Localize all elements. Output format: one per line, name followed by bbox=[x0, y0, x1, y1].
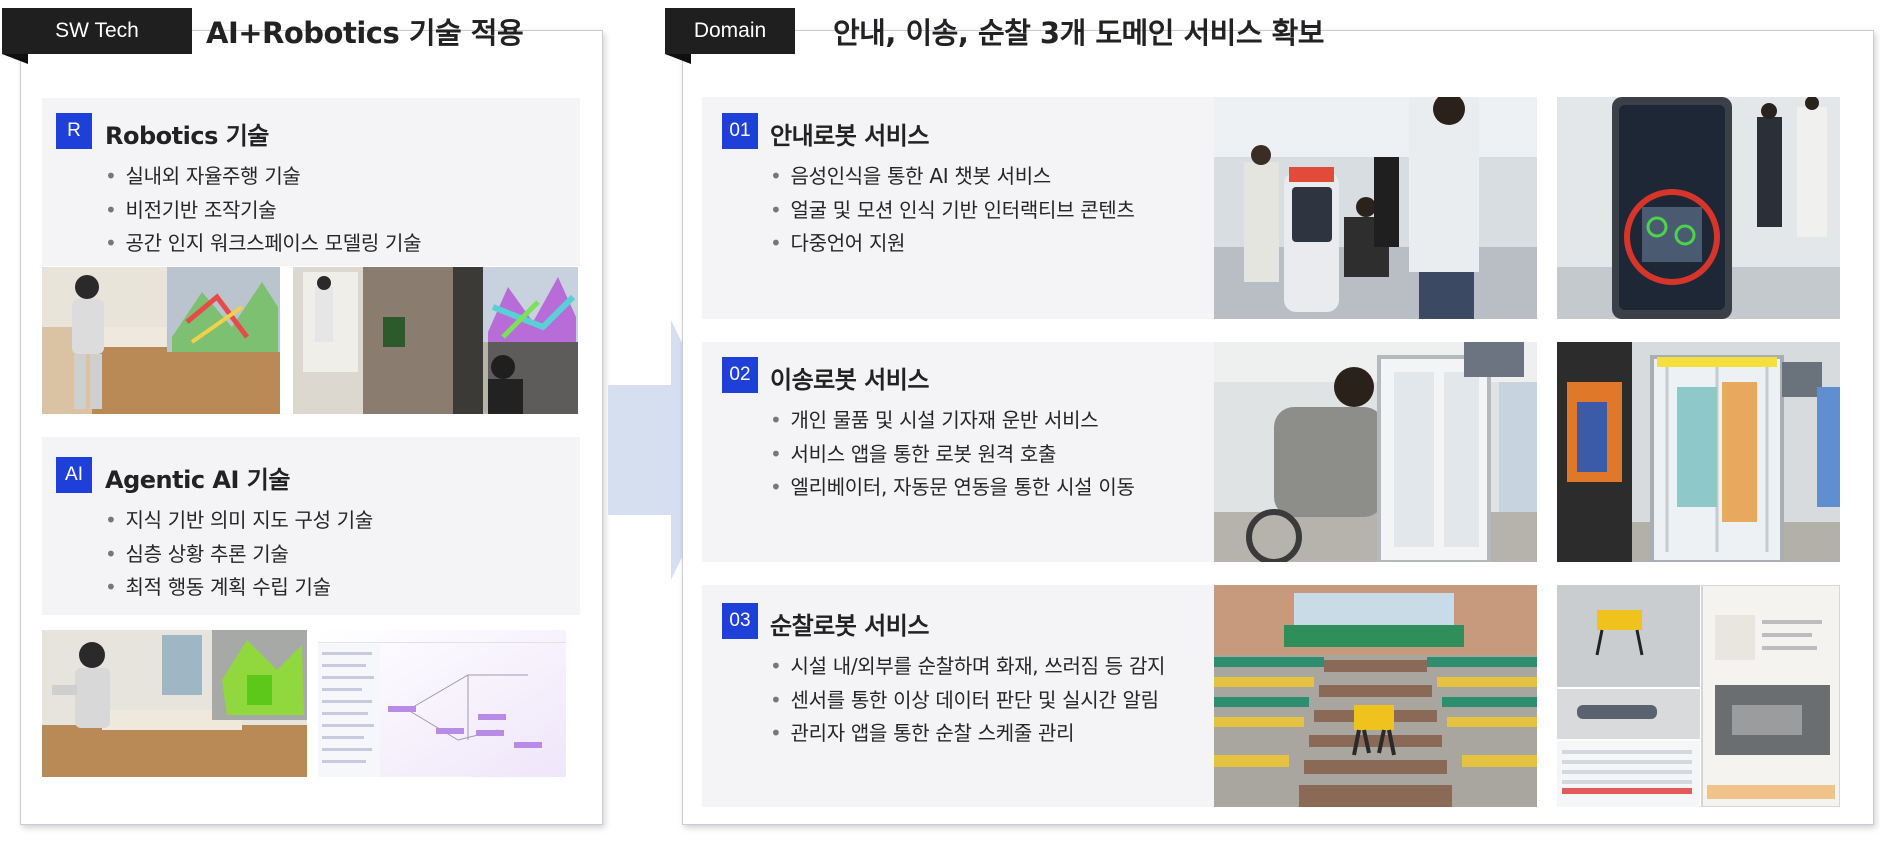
robotics-list: 실내외 자율주행 기술 비전기반 조작기술 공간 인지 워크스페이스 모델링 기… bbox=[105, 160, 422, 261]
agentic-ai-title: Agentic AI 기술 bbox=[105, 466, 290, 494]
photo-guide-robot-lobby bbox=[1214, 97, 1537, 319]
list-item: 비전기반 조작기술 bbox=[105, 194, 421, 228]
sw-tech-title: AI+Robotics 기술 적용 bbox=[206, 16, 524, 50]
sw-tech-tag: SW Tech bbox=[2, 8, 192, 64]
agentic-ai-badge: AI bbox=[56, 457, 92, 493]
transport-robot-list: 개인 물품 및 시설 기자재 운반 서비스 서비스 앱을 통한 로봇 원격 호출… bbox=[770, 404, 1135, 505]
photo-guide-robot-screen bbox=[1557, 97, 1840, 319]
patrol-robot-title: 순찰로봇 서비스 bbox=[770, 612, 929, 640]
list-item: 심층 상황 추론 기술 bbox=[105, 538, 373, 572]
list-item: 엘리베이터, 자동문 연동을 통한 시설 이동 bbox=[770, 471, 1135, 505]
photo-transport-robot-wheelchair bbox=[1214, 342, 1537, 562]
guide-robot-list: 음성인식을 통한 AI 챗봇 서비스 얼굴 및 모션 인식 기반 인터랙티브 콘… bbox=[770, 160, 1135, 261]
list-item: 최적 행동 계획 수립 기술 bbox=[105, 571, 373, 605]
list-item: 음성인식을 통한 AI 챗봇 서비스 bbox=[770, 160, 1135, 194]
list-item: 지식 기반 의미 지도 구성 기술 bbox=[105, 504, 374, 538]
list-item: 실내외 자율주행 기술 bbox=[105, 160, 421, 194]
patrol-robot-badge: 03 bbox=[722, 603, 758, 639]
photo-knowledge-graph-ui bbox=[318, 630, 566, 777]
domain-title: 안내, 이송, 순찰 3개 도메인 서비스 확보 bbox=[833, 16, 1325, 50]
transport-robot-badge: 02 bbox=[722, 357, 758, 393]
photo-humanoid-robot-desk bbox=[42, 267, 280, 414]
patrol-robot-list: 시설 내/외부를 순찰하며 화재, 쓰러짐 등 감지 센서를 통한 이상 데이터… bbox=[770, 650, 1166, 751]
robotics-title: Robotics 기술 bbox=[105, 122, 269, 150]
guide-robot-badge: 01 bbox=[722, 113, 758, 149]
photo-humanoid-robot-lobby bbox=[293, 267, 578, 414]
guide-robot-title: 안내로봇 서비스 bbox=[770, 122, 929, 150]
photo-quadruped-robot-stairs bbox=[1214, 585, 1537, 807]
list-item: 관리자 앱을 통한 순찰 스케줄 관리 bbox=[770, 717, 1165, 751]
list-item: 공간 인지 워크스페이스 모델링 기술 bbox=[105, 227, 422, 261]
transport-robot-title: 이송로봇 서비스 bbox=[770, 366, 929, 394]
agentic-ai-list: 지식 기반 의미 지도 구성 기술 심층 상황 추론 기술 최적 행동 계획 수… bbox=[105, 504, 374, 605]
list-item: 다중언어 지원 bbox=[770, 227, 1135, 261]
robotics-badge: R bbox=[56, 113, 92, 149]
photo-transport-robot-cabinet bbox=[1557, 342, 1840, 562]
list-item: 얼굴 및 모션 인식 기반 인터랙티브 콘텐츠 bbox=[770, 194, 1135, 228]
photo-patrol-monitoring bbox=[1557, 585, 1840, 807]
domain-tag: Domain bbox=[665, 8, 795, 64]
list-item: 센서를 통한 이상 데이터 판단 및 실시간 알림 bbox=[770, 684, 1165, 718]
list-item: 서비스 앱을 통한 로봇 원격 호출 bbox=[770, 438, 1135, 472]
list-item: 시설 내/외부를 순찰하며 화재, 쓰러짐 등 감지 bbox=[770, 650, 1166, 684]
list-item: 개인 물품 및 시설 기자재 운반 서비스 bbox=[770, 404, 1135, 438]
photo-humanoid-robot-agentic bbox=[42, 630, 307, 777]
